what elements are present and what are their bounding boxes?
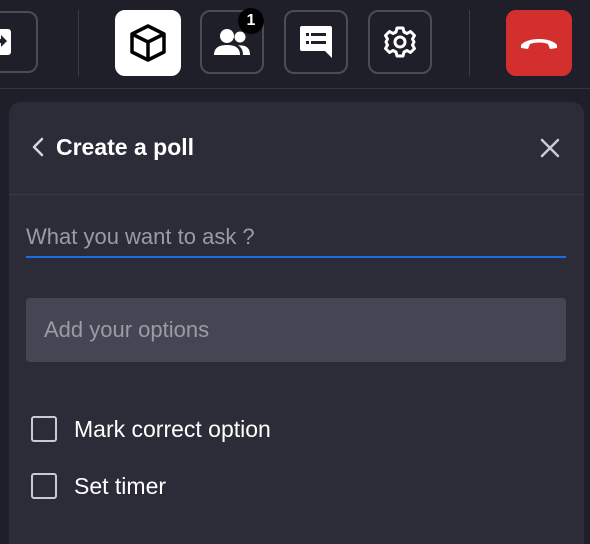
set-timer-label: Set timer [74, 472, 167, 499]
settings-button[interactable] [368, 10, 432, 74]
set-timer-row[interactable]: Set timer [31, 470, 166, 502]
toolbar-divider [0, 88, 590, 89]
poll-options-input[interactable] [26, 298, 566, 362]
meeting-screen: 1 Create a poll What you want to ask ? A… [0, 0, 590, 544]
header-divider [9, 194, 584, 195]
panel-title: Create a poll [56, 134, 195, 160]
toolbar-separator [469, 10, 470, 76]
panel-header: Create a poll [9, 102, 584, 194]
chevron-left-icon [32, 137, 44, 157]
meeting-toolbar: 1 [0, 0, 590, 88]
back-button[interactable] [27, 134, 49, 160]
mark-correct-option-checkbox[interactable] [31, 416, 57, 442]
participants-button[interactable]: 1 [200, 8, 264, 74]
create-poll-panel: Create a poll Mark correct option Set ti… [9, 102, 584, 544]
poll-question-input[interactable] [26, 218, 566, 258]
chat-button[interactable] [284, 10, 348, 74]
chat-icon [297, 24, 335, 60]
mark-correct-option-row[interactable]: Mark correct option [31, 413, 271, 445]
share-screen-button[interactable] [0, 11, 38, 73]
cube-icon [128, 23, 168, 63]
set-timer-checkbox[interactable] [31, 473, 57, 499]
toolbar-separator [78, 10, 79, 76]
end-call-button[interactable] [506, 10, 572, 76]
gear-icon [383, 25, 417, 59]
close-icon [540, 138, 560, 158]
phone-hangup-icon [519, 35, 559, 51]
whiteboard-button[interactable] [115, 10, 181, 76]
screen-share-icon [0, 27, 13, 57]
participants-count-badge: 1 [238, 8, 264, 34]
close-button[interactable] [537, 135, 563, 161]
mark-correct-option-label: Mark correct option [74, 415, 271, 442]
